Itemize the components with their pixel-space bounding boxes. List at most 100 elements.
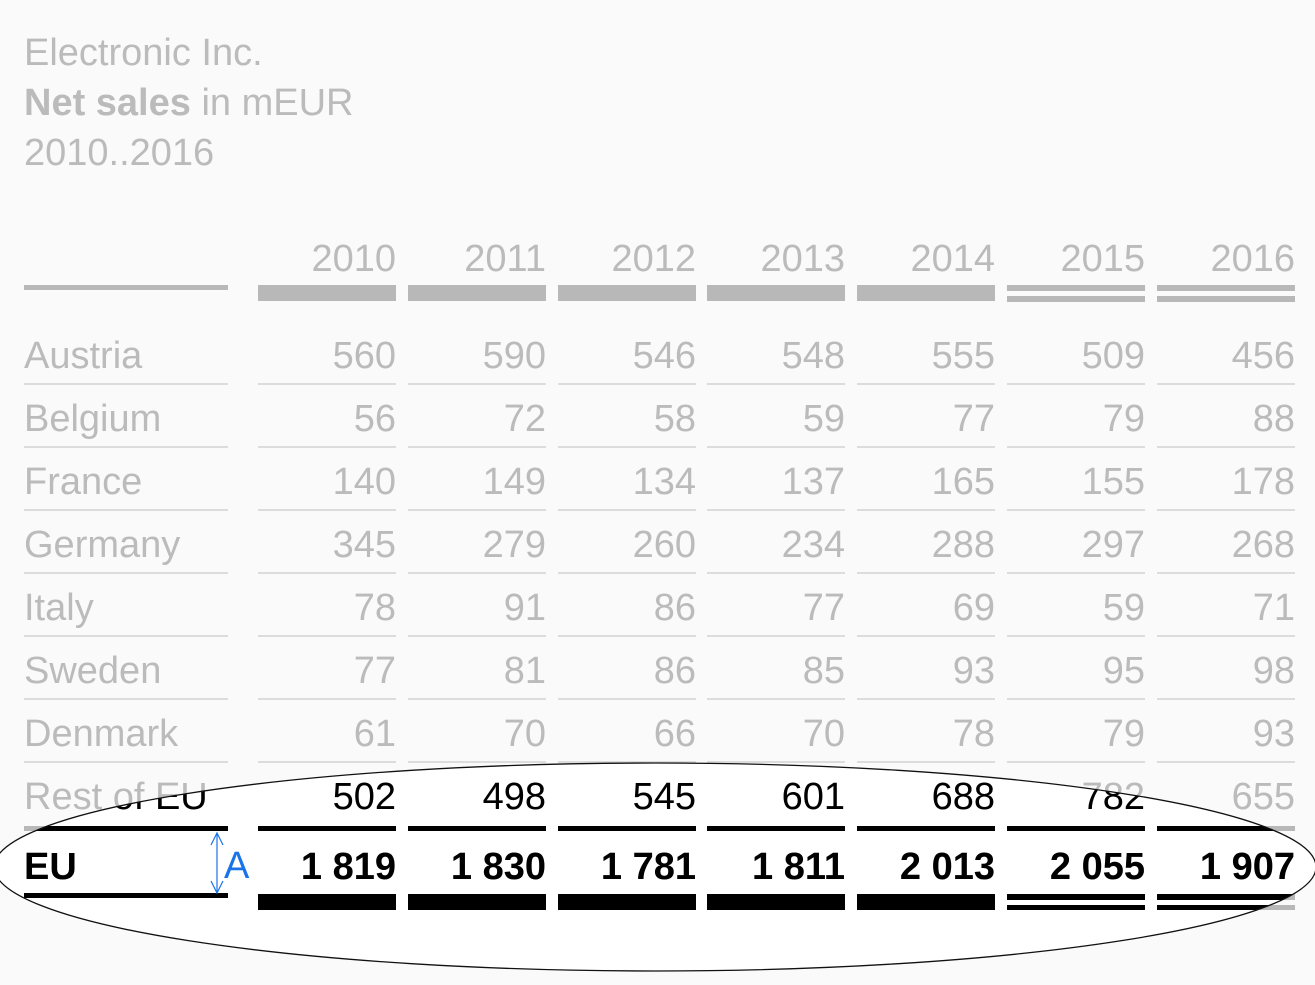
total-bar <box>408 894 546 910</box>
cell-rule <box>1157 446 1295 448</box>
cell-value: 149 <box>483 461 546 503</box>
cell-value: 555 <box>932 335 995 377</box>
row-rule <box>24 635 228 637</box>
header-double-rule-top <box>1157 285 1295 291</box>
cell-rule <box>857 446 995 448</box>
cell-rule <box>1157 635 1295 637</box>
header-double-rule-bottom <box>1157 296 1295 302</box>
total-label-rule <box>24 893 228 898</box>
row-rule <box>24 761 228 763</box>
cell-value: 234 <box>782 524 845 566</box>
cell-value: 70 <box>504 713 546 755</box>
cell-rule <box>258 761 396 763</box>
cell-value: 260 <box>633 524 696 566</box>
cell-rule <box>408 572 546 574</box>
cell-value: 178 <box>1232 461 1295 503</box>
cell-value: 560 <box>333 335 396 377</box>
cell-rule <box>558 572 696 574</box>
total-label: EU <box>24 846 77 888</box>
total-value: 1 819 <box>301 846 396 888</box>
cell-value: 58 <box>654 398 696 440</box>
total-bar <box>258 894 396 910</box>
sales-table: 2010 2011 2012 2013 2014 2015 2016 Austria 560 59… <box>0 238 1315 972</box>
column-header-2013: 2013 <box>760 238 845 280</box>
header-bar <box>408 285 546 301</box>
column-header-2010: 2010 <box>311 238 396 280</box>
cell-value: 85 <box>803 650 845 692</box>
cell-rule <box>1157 698 1295 700</box>
cell-value: 77 <box>953 398 995 440</box>
cell-rule <box>1157 383 1295 385</box>
cell-value: 81 <box>504 650 546 692</box>
column-header-2011: 2011 <box>464 238 546 280</box>
cell-rule <box>558 698 696 700</box>
cell-rule <box>857 761 995 763</box>
cell-value: 72 <box>504 398 546 440</box>
cell-value: 546 <box>633 335 696 377</box>
cell-value: 77 <box>803 587 845 629</box>
cell-value: 59 <box>1103 587 1145 629</box>
total-value: 1 907 <box>1200 846 1295 888</box>
row-rule <box>24 446 228 448</box>
cell-value: 86 <box>654 650 696 692</box>
total-double-rule-bottom <box>1007 905 1145 910</box>
cell-value: 98 <box>1253 650 1295 692</box>
cell-rule <box>258 446 396 448</box>
cell-value: 345 <box>333 524 396 566</box>
cell-value: 79 <box>1103 713 1145 755</box>
total-value: 2 055 <box>1050 846 1145 888</box>
cell-rule <box>1007 446 1145 448</box>
cell-rule <box>707 826 845 831</box>
cell-rule <box>258 383 396 385</box>
cell-value: 137 <box>782 461 845 503</box>
header-label-rule <box>24 285 228 290</box>
total-bar <box>558 894 696 910</box>
header-bar <box>857 285 995 301</box>
cell-rule <box>707 572 845 574</box>
column-header-2012: 2012 <box>611 238 696 280</box>
cell-rule <box>707 383 845 385</box>
cell-rule <box>408 826 546 831</box>
cell-value: 456 <box>1232 335 1295 377</box>
cell-value: 78 <box>953 713 995 755</box>
cell-rule <box>1007 635 1145 637</box>
cell-value: 297 <box>1082 524 1145 566</box>
cell-value: 56 <box>354 398 396 440</box>
cell-value: 95 <box>1103 650 1145 692</box>
cell-value: 86 <box>654 587 696 629</box>
cell-rule <box>1157 509 1295 511</box>
row-rule <box>24 572 228 574</box>
cell-value: 61 <box>354 713 396 755</box>
cell-rule <box>258 698 396 700</box>
cell-value: 502 <box>333 776 396 818</box>
cell-rule <box>857 826 995 831</box>
row-label: Sweden <box>24 650 161 692</box>
cell-value: 93 <box>953 650 995 692</box>
cell-rule <box>707 635 845 637</box>
cell-rule <box>1007 826 1145 831</box>
cell-rule <box>558 446 696 448</box>
cell-rule <box>707 698 845 700</box>
total-value: 2 013 <box>900 846 995 888</box>
row-label: France <box>24 461 142 503</box>
cell-rule <box>707 509 845 511</box>
total-double-rule-top <box>1007 894 1145 900</box>
header-bar <box>707 285 845 301</box>
row-label: Belgium <box>24 398 161 440</box>
header-bar <box>258 285 396 301</box>
total-value: 1 830 <box>451 846 546 888</box>
cell-value: 78 <box>354 587 396 629</box>
cell-rule <box>408 509 546 511</box>
cell-rule <box>408 635 546 637</box>
cell-rule <box>1007 698 1145 700</box>
total-bar <box>707 894 845 910</box>
cell-value: 288 <box>932 524 995 566</box>
cell-rule <box>558 635 696 637</box>
cell-value: 155 <box>1082 461 1145 503</box>
cell-rule <box>558 509 696 511</box>
header-double-rule-top <box>1007 285 1145 291</box>
cell-rule <box>857 383 995 385</box>
cell-value: 655 <box>1232 776 1295 818</box>
cell-rule <box>558 383 696 385</box>
cell-value: 279 <box>483 524 546 566</box>
